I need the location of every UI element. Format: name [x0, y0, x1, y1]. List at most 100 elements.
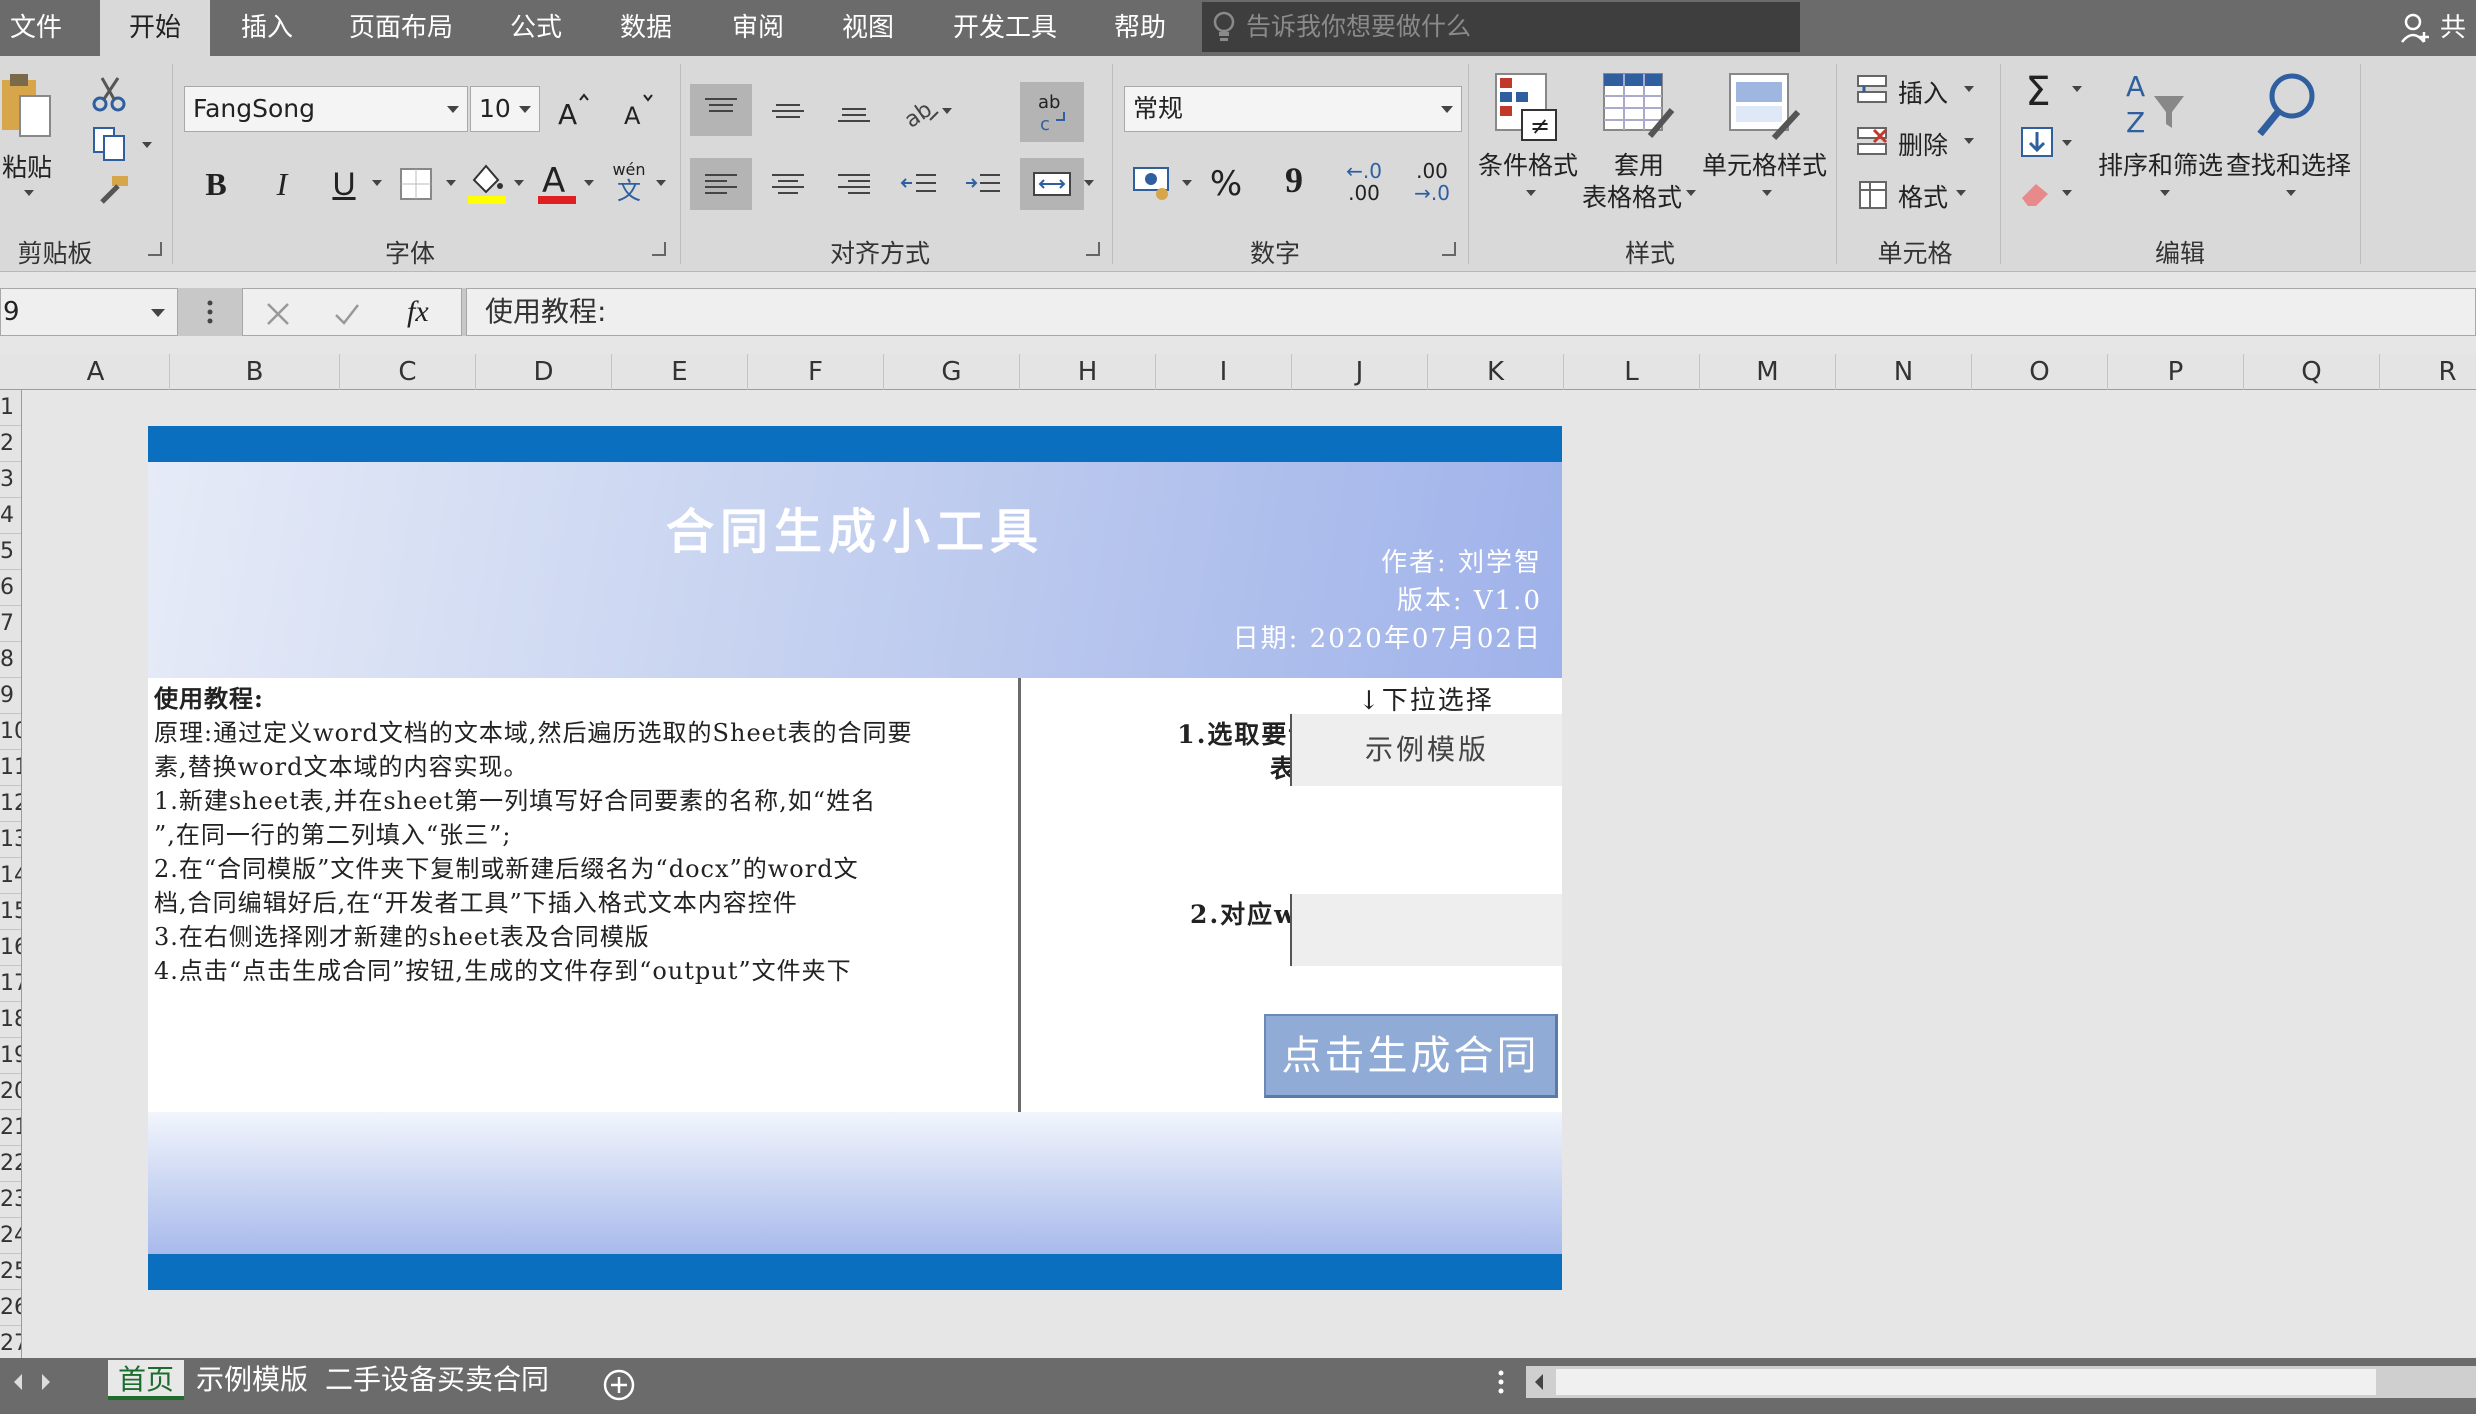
row-header[interactable]: 19: [0, 1038, 21, 1074]
autosum-button[interactable]: Σ: [2012, 66, 2064, 118]
insert-cells-dropdown-icon[interactable]: [1964, 86, 1974, 92]
sort-filter-dropdown-icon[interactable]: [2160, 190, 2170, 196]
cell-styles-dropdown-icon[interactable]: [1762, 190, 1772, 196]
decrease-indent-button[interactable]: [892, 158, 948, 210]
accounting-dropdown-icon[interactable]: [1182, 180, 1192, 186]
clipboard-launcher-icon[interactable]: [148, 242, 162, 256]
borders-dropdown-icon[interactable]: [446, 180, 456, 186]
fill-color-button[interactable]: [466, 160, 508, 208]
sheet-select-dropdown[interactable]: 示例模版: [1290, 714, 1562, 786]
row-header[interactable]: 12: [0, 786, 21, 822]
increase-decimal-button[interactable]: ←.0 .00: [1336, 160, 1392, 208]
row-header[interactable]: 22: [0, 1146, 21, 1182]
tab-file[interactable]: 文件: [0, 0, 72, 56]
row-header[interactable]: 5: [0, 534, 21, 570]
cut-button[interactable]: [90, 74, 130, 118]
row-header[interactable]: 15: [0, 894, 21, 930]
row-header[interactable]: 25: [0, 1254, 21, 1290]
column-header[interactable]: I: [1156, 354, 1292, 390]
column-header[interactable]: M: [1700, 354, 1836, 390]
row-header[interactable]: 3: [0, 462, 21, 498]
row-header[interactable]: 27: [0, 1326, 21, 1358]
column-header[interactable]: N: [1836, 354, 1972, 390]
tab-data[interactable]: 数据: [606, 0, 686, 56]
column-header[interactable]: Q: [2244, 354, 2380, 390]
format-cells-dropdown-icon[interactable]: [1956, 190, 1966, 196]
column-header[interactable]: C: [340, 354, 476, 390]
accounting-format-button[interactable]: [1132, 162, 1176, 206]
template-select-dropdown[interactable]: [1290, 894, 1562, 966]
phonetic-dropdown-icon[interactable]: [656, 180, 666, 186]
format-painter-button[interactable]: [92, 174, 132, 210]
tab-insert[interactable]: 插入: [220, 0, 314, 56]
clear-button[interactable]: [2018, 176, 2056, 214]
column-header[interactable]: H: [1020, 354, 1156, 390]
format-cells-button[interactable]: [1854, 176, 1892, 216]
conditional-format-button[interactable]: ≠: [1492, 70, 1566, 146]
insert-function-button[interactable]: fx: [407, 289, 429, 335]
copy-dropdown-icon[interactable]: [142, 142, 152, 148]
fill-button[interactable]: [2018, 124, 2056, 164]
conditional-format-dropdown-icon[interactable]: [1526, 190, 1536, 196]
row-header[interactable]: 7: [0, 606, 21, 642]
column-header[interactable]: F: [748, 354, 884, 390]
decrease-decimal-button[interactable]: .00 →.0: [1404, 160, 1460, 208]
column-header[interactable]: J: [1292, 354, 1428, 390]
merge-dropdown-icon[interactable]: [1084, 180, 1094, 186]
cell-styles-button[interactable]: [1726, 70, 1804, 146]
row-header[interactable]: 18: [0, 1002, 21, 1038]
underline-button[interactable]: U: [318, 158, 370, 210]
orientation-button[interactable]: ab: [896, 84, 948, 136]
alignment-launcher-icon[interactable]: [1086, 242, 1100, 256]
sheet-tab-sample[interactable]: 示例模版: [190, 1360, 314, 1400]
fill-dropdown-icon[interactable]: [2062, 140, 2072, 146]
orientation-dropdown-icon[interactable]: [942, 108, 952, 114]
name-box[interactable]: 9: [0, 288, 178, 336]
tell-me-search[interactable]: 告诉我你想要做什么: [1202, 2, 1800, 52]
confirm-icon[interactable]: [333, 301, 361, 327]
delete-cells-dropdown-icon[interactable]: [1964, 138, 1974, 144]
row-header[interactable]: 23: [0, 1182, 21, 1218]
horizontal-scrollbar[interactable]: [1526, 1366, 2476, 1398]
tab-review[interactable]: 审阅: [718, 0, 798, 56]
column-header[interactable]: K: [1428, 354, 1564, 390]
copy-button[interactable]: [90, 126, 130, 166]
column-header[interactable]: G: [884, 354, 1020, 390]
row-header[interactable]: 1: [0, 390, 21, 426]
insert-cells-button[interactable]: [1854, 72, 1892, 112]
sheet-tab-contract[interactable]: 二手设备买卖合同: [324, 1360, 550, 1400]
generate-contract-button[interactable]: 点击生成合同: [1264, 1014, 1558, 1098]
font-size-select[interactable]: 10: [470, 86, 540, 132]
align-left-button[interactable]: [690, 158, 752, 210]
align-top-button[interactable]: [690, 84, 752, 136]
find-select-dropdown-icon[interactable]: [2286, 190, 2296, 196]
row-header[interactable]: 11: [0, 750, 21, 786]
comma-style-button[interactable]: 9: [1268, 154, 1320, 206]
more-sheets-icon[interactable]: [1496, 1368, 1506, 1396]
row-header[interactable]: 21: [0, 1110, 21, 1146]
row-header[interactable]: 8: [0, 642, 21, 678]
row-header[interactable]: 24: [0, 1218, 21, 1254]
font-color-button[interactable]: A: [536, 158, 578, 208]
row-header[interactable]: 6: [0, 570, 21, 606]
align-right-button[interactable]: [826, 158, 882, 210]
share-button[interactable]: 共享: [2396, 0, 2476, 99]
find-select-button[interactable]: [2254, 70, 2320, 142]
tab-help[interactable]: 帮助: [1100, 0, 1180, 56]
autosum-dropdown-icon[interactable]: [2072, 86, 2082, 92]
delete-cells-button[interactable]: [1854, 124, 1892, 164]
column-header[interactable]: P: [2108, 354, 2244, 390]
fill-color-dropdown-icon[interactable]: [514, 180, 524, 186]
number-format-select[interactable]: 常规: [1124, 86, 1462, 132]
paste-dropdown-icon[interactable]: [24, 190, 34, 196]
row-header[interactable]: 26: [0, 1290, 21, 1326]
align-bottom-button[interactable]: [826, 84, 882, 136]
underline-dropdown-icon[interactable]: [372, 180, 382, 186]
tab-view[interactable]: 视图: [828, 0, 908, 56]
increase-indent-button[interactable]: [956, 158, 1012, 210]
add-sheet-icon[interactable]: [602, 1368, 636, 1402]
tab-developer[interactable]: 开发工具: [940, 0, 1070, 56]
align-center-button[interactable]: [760, 158, 816, 210]
align-middle-button[interactable]: [760, 84, 816, 136]
row-header[interactable]: 4: [0, 498, 21, 534]
